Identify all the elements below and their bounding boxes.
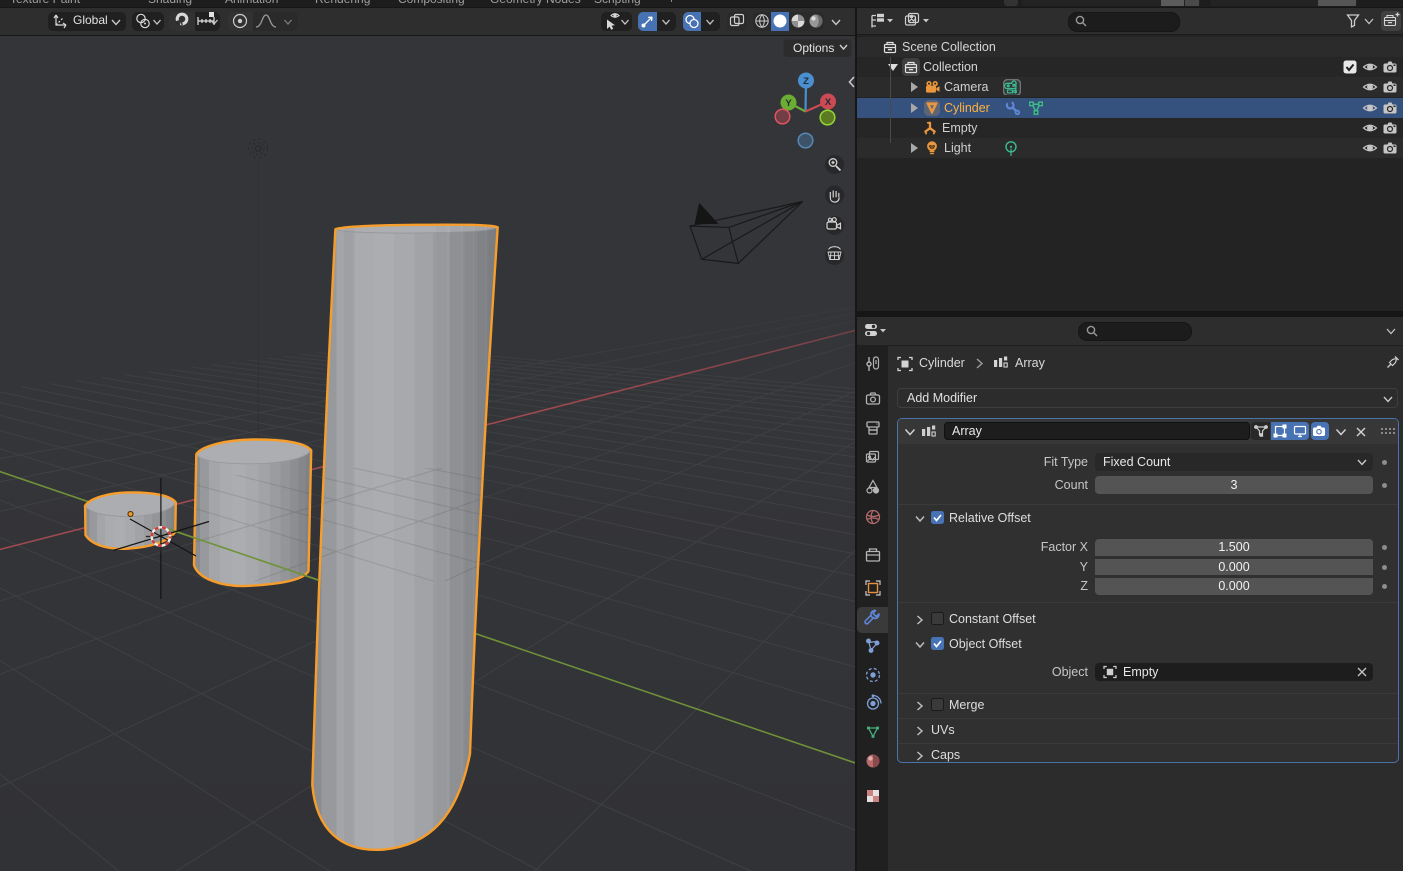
svg-text:X: X xyxy=(825,97,832,108)
svg-text:Options: Options xyxy=(793,41,834,55)
svg-text:Y: Y xyxy=(785,98,792,109)
svg-text:Z: Z xyxy=(803,76,809,87)
